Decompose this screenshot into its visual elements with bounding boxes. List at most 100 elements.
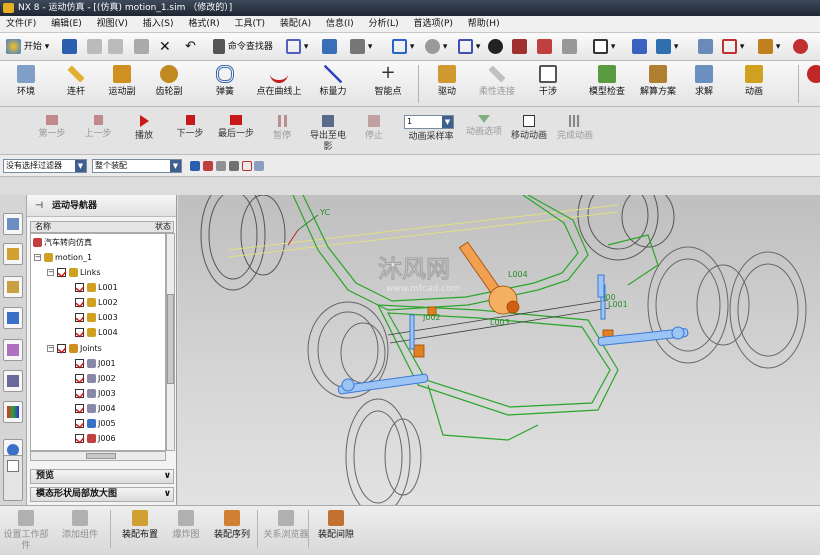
checkbox[interactable] [75,404,84,413]
copy-button[interactable] [108,39,123,55]
render-button-2[interactable] [537,39,552,55]
cube-view-button[interactable]: ▾ [286,39,308,55]
resource-tab-part[interactable] [3,276,23,298]
relations-browser-button[interactable]: 关系浏览器 [262,510,310,541]
model-check-button[interactable]: 模型检查 [581,65,633,98]
sequence-button[interactable]: 装配序列 [208,510,256,541]
tree-node-joint[interactable]: J002 [75,372,116,386]
resource-tab-constraints[interactable] [3,243,23,265]
graphics-window[interactable]: YC L004 L001 J002 L003 J00 沐风网 www.mfcad… [178,195,820,505]
checkbox[interactable] [57,344,66,353]
checkbox[interactable] [75,374,84,383]
selection-tools[interactable] [190,158,265,174]
more-button[interactable] [793,39,808,55]
checkbox[interactable] [75,328,84,337]
wcs-button[interactable] [698,39,713,55]
column-name[interactable]: 名称 [31,222,51,231]
tree-node-joint[interactable]: J005 [75,417,116,431]
paste-button[interactable] [134,39,149,55]
menu-view[interactable]: 视图(V) [97,19,128,29]
shade-button[interactable] [488,39,503,55]
tree-node-links[interactable]: − Links [47,266,101,280]
link-button[interactable]: 连杆 [50,65,102,98]
tree-node-link[interactable]: L002 [75,296,118,310]
tree-node-link[interactable]: L004 [75,326,118,340]
checkbox[interactable] [75,389,84,398]
menu-insert[interactable]: 插入(S) [143,19,174,29]
layer-button[interactable] [322,39,337,55]
select-button[interactable]: ▾ [350,39,372,55]
exploded-view-button[interactable]: 爆炸图 [162,510,210,541]
render-button-1[interactable] [512,39,527,55]
undo-button[interactable]: ↶ [185,39,196,55]
menu-tools[interactable]: 工具(T) [235,19,266,29]
checkbox[interactable] [57,268,66,277]
checkbox[interactable] [75,359,84,368]
smart-point-button[interactable]: + 智能点 [362,64,414,98]
resource-tab-palette[interactable] [3,401,23,423]
clearance-button[interactable]: 装配间隙 [312,510,360,541]
menu-help[interactable]: 帮助(H) [468,19,500,29]
gear-button[interactable]: 齿轮副 [143,65,195,98]
move-button[interactable] [632,39,647,55]
render-button-3[interactable] [562,39,577,55]
delete-button[interactable]: ✕ [159,39,171,55]
wireframe-button[interactable]: ▾ [458,39,480,55]
command-finder-button[interactable]: 命令查找器 [213,39,273,55]
ribbon-overflow-button[interactable] [790,65,820,87]
background-button[interactable]: ▾ [593,39,615,55]
menu-assemblies[interactable]: 装配(A) [280,19,311,29]
tree-vertical-scrollbar[interactable] [166,233,175,451]
tree-node-link[interactable]: L001 [75,281,118,295]
menu-edit[interactable]: 编辑(E) [51,19,82,29]
save-button[interactable] [62,39,77,55]
solve-button[interactable]: 求解 [678,65,730,98]
animation-options-button[interactable]: 动画选项 [461,115,507,138]
menu-format[interactable]: 格式(R) [188,19,219,29]
previous-step-button[interactable]: 上一步 [76,115,120,140]
environment-button[interactable]: 环境 [0,65,52,98]
move-dropdown-button[interactable]: ▾ [656,39,678,55]
solution-button[interactable]: 解算方案 [632,65,684,98]
driver-button[interactable]: 驱动 [421,65,473,98]
collapse-icon[interactable]: − [47,345,54,352]
last-step-button[interactable]: 最后一步 [214,115,258,140]
orient-button[interactable]: ▾ [425,39,447,55]
checkbox[interactable] [75,419,84,428]
checkbox[interactable] [75,313,84,322]
set-work-part-button[interactable]: 设置工作部件 [2,510,50,552]
export-movie-button[interactable]: 导出至电影 [306,115,350,153]
tree-node-joint[interactable]: J004 [75,402,116,416]
point-on-curve-button[interactable]: 点在曲线上 [253,65,305,98]
spring-button[interactable]: 弹簧 [199,65,251,98]
resource-bar-scroll[interactable] [3,455,23,501]
resource-tab-history[interactable] [3,370,23,392]
finish-animation-button[interactable]: 完成动画 [552,115,598,142]
interference-button[interactable]: 干涉 [522,65,574,98]
next-step-button[interactable]: 下一步 [168,115,212,140]
fit-button[interactable]: ▾ [392,39,414,55]
tree-node-link[interactable]: L003 [75,311,118,325]
move-animation-button[interactable]: 移动动画 [508,115,550,142]
csys-button[interactable]: ▾ [722,39,744,55]
stop-button[interactable]: 停止 [352,115,396,142]
tree-node-root[interactable]: 汽车转向仿真 [33,236,92,250]
resource-tab-assembly[interactable] [3,213,23,235]
first-step-button[interactable]: 第一步 [30,115,74,140]
checkbox[interactable] [75,283,84,292]
arrangement-button[interactable]: 装配布置 [116,510,164,541]
selection-scope-select[interactable]: 整个装配 ▼ [92,159,182,173]
snap-button[interactable]: ▾ [758,39,780,55]
animation-rate-select[interactable]: 1 ▼ [404,115,454,129]
scalar-force-button[interactable]: 标量力 [307,65,359,98]
animation-button[interactable]: 动画 [728,65,780,98]
add-component-button[interactable]: 添加组件 [56,510,104,541]
tree-horizontal-scrollbar[interactable] [30,451,166,461]
menu-information[interactable]: 信息(I) [326,19,354,29]
collapse-icon[interactable]: − [47,269,54,276]
joint-button[interactable]: 运动副 [96,65,148,98]
menu-file[interactable]: 文件(F) [6,19,36,29]
cut-button[interactable] [87,39,102,55]
start-button[interactable]: 开始 ▾ [6,39,49,55]
tree-node-joint[interactable]: J006 [75,432,116,446]
